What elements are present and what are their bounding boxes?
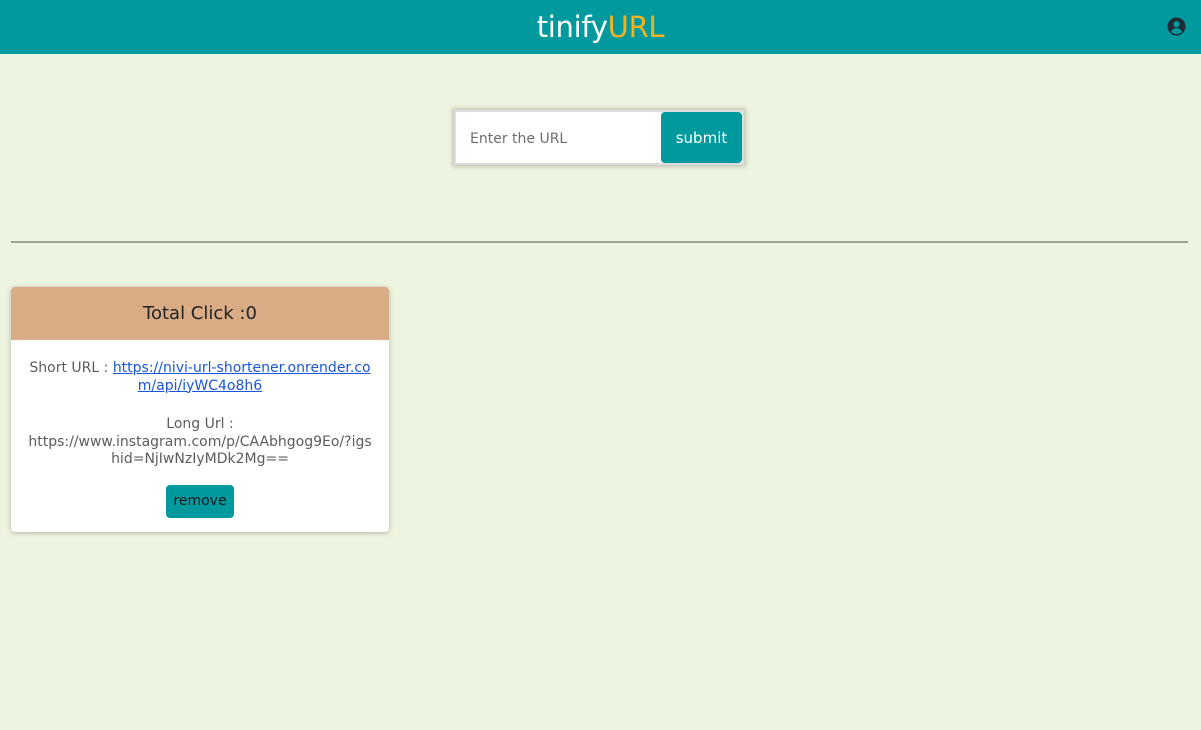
- long-url-label: Long Url :: [166, 416, 234, 432]
- brand-accent-text: URL: [607, 10, 665, 44]
- long-url-text: https://www.instagram.com/p/CAAbhgog9Eo/…: [28, 433, 372, 468]
- remove-button[interactable]: remove: [166, 484, 234, 518]
- short-url-link[interactable]: https://nivi-url-shortener.onrender.com/…: [113, 360, 371, 394]
- url-card: Total Click :0 Short URL : https://nivi-…: [11, 287, 389, 532]
- url-input[interactable]: [458, 114, 661, 163]
- submit-button[interactable]: submit: [661, 112, 742, 163]
- short-url-label: Short URL :: [29, 360, 113, 376]
- brand-logo[interactable]: tinifyURL: [0, 8, 1201, 46]
- user-circle-icon[interactable]: [1167, 17, 1186, 36]
- url-form: submit: [454, 110, 744, 165]
- card-body: Short URL : https://nivi-url-shortener.o…: [11, 340, 389, 518]
- total-click-header: Total Click :0: [11, 287, 389, 340]
- navbar: tinifyURL: [0, 0, 1201, 54]
- brand-main-text: tinify: [536, 10, 608, 44]
- short-url-row: Short URL : https://nivi-url-shortener.o…: [27, 360, 373, 395]
- divider: [11, 241, 1188, 243]
